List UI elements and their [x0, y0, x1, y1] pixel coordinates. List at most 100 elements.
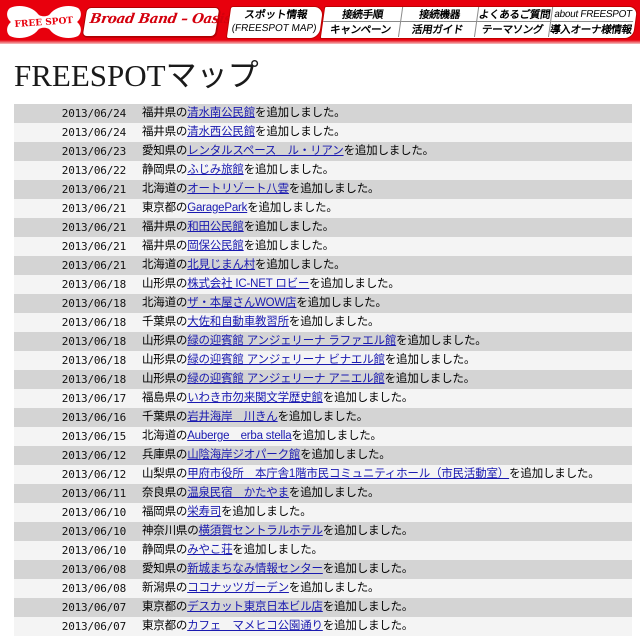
news-row-description: 福井県の清水西公民館を追加しました。 [138, 123, 632, 142]
news-row: 2013/06/10 静岡県のみやこ荘を追加しました。 [14, 541, 632, 560]
news-row-spot-link[interactable]: 清水南公民館 [187, 107, 255, 119]
news-row-prefecture: 東京都の [142, 620, 188, 632]
news-row: 2013/06/21 北海道の北見じまん村を追加しました。 [14, 256, 632, 275]
news-row-description: 愛知県のレンタルスペース ル・リアンを追加しました。 [138, 142, 632, 161]
news-row: 2013/06/18 山形県の緑の迎賓館 アンジェリーナ アニエル館を追加しました… [14, 370, 632, 389]
news-row-suffix: を追加しました。 [343, 145, 435, 157]
news-row-suffix: を追加しました。 [309, 278, 400, 290]
news-row-prefecture: 福井県の [142, 240, 188, 252]
news-row: 2013/06/23 愛知県のレンタルスペース ル・リアンを追加しました。 [14, 142, 632, 161]
news-row-spot-link[interactable]: 山陰海岸ジオパーク館 [187, 449, 300, 461]
news-row-spot-link[interactable]: デスカット東京日本ビル店 [187, 601, 323, 613]
news-row-prefecture: 山形県の [142, 373, 188, 385]
news-row-suffix: を追加しました。 [384, 354, 476, 366]
brand-pill-label: Broad Band – Oasis [88, 11, 233, 27]
news-row-spot-link[interactable]: 新城まちなみ情報センター [187, 563, 323, 575]
news-row-spot-link[interactable]: ザ・本屋さんWOW店 [187, 297, 296, 309]
news-row-description: 北海道のザ・本屋さんWOW店を追加しました。 [138, 294, 632, 313]
news-row-description: 東京都のデスカット東京日本ビル店を追加しました。 [138, 598, 632, 617]
news-row: 2013/06/21 北海道のオートリゾート八雲を追加しました。 [14, 180, 632, 199]
nav-item-owner-info[interactable]: 導入オーナ様情報 [549, 22, 633, 37]
news-row: 2013/06/24 福井県の清水南公民館を追加しました。 [14, 104, 632, 123]
news-row-spot-link[interactable]: 甲府市役所 本庁舎1階市民コミュニティホール（市民活動室） [187, 468, 509, 480]
news-row-spot-link[interactable]: ふじみ旅館 [187, 164, 244, 176]
news-row-spot-link[interactable]: ココナッツガーデン [187, 582, 289, 594]
news-row-spot-link[interactable]: 緑の迎賓館 アンジェリーナ アニエル館 [187, 373, 385, 385]
news-row: 2013/06/18 山形県の株式会社 IC-NET ロビーを追加しました。 [14, 275, 632, 294]
news-row-suffix: を追加しました。 [322, 563, 414, 575]
freespot-logo[interactable]: FREE SPOT [4, 2, 84, 42]
news-row-date: 2013/06/08 [61, 563, 126, 576]
news-row: 2013/06/18 北海道のザ・本屋さんWOW店を追加しました。 [14, 294, 632, 313]
header-bottom-gradient [0, 40, 640, 44]
news-row-prefecture: 福岡県の [142, 506, 188, 518]
news-row: 2013/06/08 愛知県の新城まちなみ情報センターを追加しました。 [14, 560, 632, 579]
news-row-date: 2013/06/21 [61, 259, 126, 272]
news-row-date: 2013/06/23 [61, 145, 126, 158]
news-row-prefecture: 福島県の [142, 392, 188, 404]
news-row-description: 福岡県の栄寿司を追加しました。 [138, 503, 632, 522]
news-row-suffix: を追加しました。 [277, 411, 369, 423]
news-row: 2013/06/18 千葉県の大佐和自動車教習所を追加しました。 [14, 313, 632, 332]
news-row: 2013/06/07 東京都のデスカット東京日本ビル店を追加しました。 [14, 598, 632, 617]
news-row-spot-link[interactable]: 緑の迎賓館 アンジェリーナ ビナエル館 [187, 354, 385, 366]
news-row: 2013/06/12 兵庫県の山陰海岸ジオパーク館を追加しました。 [14, 446, 632, 465]
news-row-spot-link[interactable]: オートリゾート八雲 [187, 183, 289, 195]
news-row-description: 新潟県のココナッツガーデンを追加しました。 [138, 579, 632, 598]
news-row-description: 北海道のオートリゾート八雲を追加しました。 [138, 180, 632, 199]
news-row: 2013/06/07 東京都のカフェ マメヒコ公園通りを追加しました。 [14, 617, 632, 636]
news-row-spot-link[interactable]: 栄寿司 [187, 506, 221, 518]
news-row-prefecture: 奈良県の [142, 487, 188, 499]
news-row-spot-link[interactable]: GaragePark [187, 202, 247, 214]
news-row-date: 2013/06/12 [61, 449, 126, 462]
news-row-prefecture: 福井県の [142, 107, 188, 119]
news-row-spot-link[interactable]: いわき市勿来関文学歴史館 [187, 392, 323, 404]
news-row-suffix: を追加しました。 [243, 240, 335, 252]
nav-item-theme-song[interactable]: テーマソング [474, 22, 552, 37]
news-row: 2013/06/22 静岡県のふじみ旅館を追加しました。 [14, 161, 632, 180]
nav-item-campaign[interactable]: キャンペーン [320, 22, 402, 37]
news-row-prefecture: 福井県の [142, 221, 188, 233]
news-row-date: 2013/06/24 [61, 126, 126, 139]
news-row-date: 2013/06/07 [61, 601, 126, 614]
news-row-spot-link[interactable]: 和田公民館 [187, 221, 244, 233]
news-row: 2013/06/15 北海道のAuberge erba stellaを追加しました… [14, 427, 632, 446]
nav-item-usage-guide[interactable]: 活用ガイド [398, 22, 478, 37]
news-row-description: 兵庫県の山陰海岸ジオパーク館を追加しました。 [138, 446, 632, 465]
nav-item-faq[interactable]: よくあるご質問 [477, 7, 554, 22]
news-row-spot-link[interactable]: 横須賀セントラルホテル [199, 525, 324, 537]
news-row-prefecture: 愛知県の [142, 563, 188, 575]
news-row-spot-link[interactable]: Auberge erba stella [187, 430, 291, 442]
news-row-suffix: を追加しました。 [322, 620, 414, 632]
news-row-date: 2013/06/17 [61, 392, 126, 405]
news-row-spot-link[interactable]: 岡保公民館 [187, 240, 244, 252]
news-row-spot-link[interactable]: 株式会社 IC-NET ロビー [187, 278, 309, 290]
news-row-suffix: を追加しました。 [243, 164, 335, 176]
news-row-spot-link[interactable]: みやこ荘 [187, 544, 232, 556]
news-row-suffix: を追加しました。 [509, 468, 600, 480]
news-row-spot-link[interactable]: 温泉民宿 かたやま [187, 487, 289, 499]
news-row-spot-link[interactable]: 清水西公民館 [187, 126, 255, 138]
news-row-spot-link[interactable]: カフェ マメヒコ公園通り [187, 620, 323, 632]
nav-item-connection-steps[interactable]: 接続手順 [323, 7, 404, 22]
news-row-spot-link[interactable]: レンタルスペース ル・リアン [187, 145, 344, 157]
news-row-description: 福島県のいわき市勿来関文学歴史館を追加しました。 [138, 389, 632, 408]
news-row-spot-link[interactable]: 大佐和自動車教習所 [187, 316, 289, 328]
news-row-description: 北海道の北見じまん村を追加しました。 [138, 256, 632, 275]
news-row-description: 神奈川県の横須賀セントラルホテルを追加しました。 [138, 522, 632, 541]
news-row-spot-link[interactable]: 緑の迎賓館 アンジェリーナ ラファエル館 [187, 335, 396, 347]
news-row-prefecture: 新潟県の [142, 582, 188, 594]
nav-item-devices[interactable]: 接続機器 [401, 7, 480, 22]
tab-spot-info-labels[interactable]: スポット情報 (FREESPOT MAP) [228, 7, 322, 37]
news-row: 2013/06/17 福島県のいわき市勿来関文学歴史館を追加しました。 [14, 389, 632, 408]
news-row-spot-link[interactable]: 岩井海岸 川きん [187, 411, 278, 423]
news-row-date: 2013/06/10 [61, 525, 126, 538]
news-row-suffix: を追加しました。 [288, 582, 380, 594]
nav-item-about[interactable]: about FREESPOT [551, 7, 636, 22]
tab-spot-info-line2: (FREESPOT MAP) [230, 23, 318, 34]
news-row-suffix: を追加しました。 [247, 202, 338, 214]
news-row-suffix: を追加しました。 [322, 525, 414, 537]
news-row-suffix: を追加しました。 [255, 126, 346, 138]
news-row-spot-link[interactable]: 北見じまん村 [187, 259, 255, 271]
news-row-suffix: を追加しました。 [255, 107, 346, 119]
